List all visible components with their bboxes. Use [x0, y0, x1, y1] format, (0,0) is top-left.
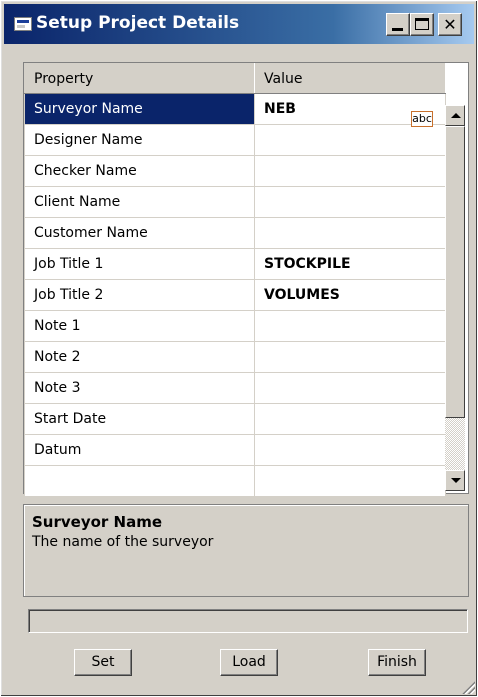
description-text: The name of the surveyor [32, 534, 214, 550]
property-grid: Property Value Surveyor Name NEB Designer … [24, 63, 446, 497]
grid-vertical-scrollbar[interactable] [445, 105, 465, 491]
column-header-property[interactable]: Property [24, 63, 255, 94]
property-value-cell[interactable] [254, 310, 446, 342]
property-row[interactable]: Note 1 [24, 310, 446, 342]
scroll-up-button[interactable] [445, 105, 465, 126]
property-value-cell[interactable]: STOCKPILE [254, 248, 446, 280]
property-value-cell[interactable] [254, 124, 446, 156]
property-name-cell[interactable]: Surveyor Name [24, 93, 255, 125]
grid-header-row: Property Value [24, 63, 446, 94]
property-name-cell[interactable]: Customer Name [24, 217, 255, 249]
scroll-down-button[interactable] [445, 470, 465, 491]
property-row[interactable]: Job Title 1 STOCKPILE [24, 248, 446, 280]
status-field [28, 609, 468, 633]
property-row[interactable]: Client Name [24, 186, 446, 218]
minimize-button[interactable] [386, 13, 410, 36]
property-name-cell[interactable]: Note 3 [24, 372, 255, 404]
setup-project-details-window: Setup Project Details ✕ Property Value S… [0, 0, 478, 697]
property-name-cell[interactable]: Note 2 [24, 341, 255, 373]
close-icon: ✕ [443, 15, 457, 34]
column-header-value[interactable]: Value [254, 63, 446, 94]
set-button[interactable]: Set [74, 649, 132, 676]
maximize-icon [415, 18, 429, 30]
property-value-cell[interactable] [254, 155, 446, 187]
property-name-cell[interactable]: Designer Name [24, 124, 255, 156]
property-value-cell[interactable] [254, 217, 446, 249]
scroll-down-arrow-icon [451, 478, 461, 483]
finish-button[interactable]: Finish [368, 649, 426, 676]
property-value-cell[interactable] [254, 403, 446, 435]
property-value-cell[interactable]: VOLUMES [254, 279, 446, 311]
property-row[interactable]: Start Date [24, 403, 446, 435]
app-icon [14, 17, 32, 31]
property-row[interactable]: Datum [24, 434, 446, 466]
property-row[interactable]: Customer Name [24, 217, 446, 249]
property-value-cell[interactable] [254, 434, 446, 466]
scroll-thumb[interactable] [445, 126, 465, 418]
close-button[interactable]: ✕ [438, 13, 462, 36]
property-value-cell[interactable] [254, 186, 446, 218]
resize-grip-icon[interactable] [459, 678, 475, 694]
property-row[interactable]: Checker Name [24, 155, 446, 187]
property-name-cell[interactable]: Datum [24, 434, 255, 466]
property-name-cell[interactable]: Job Title 1 [24, 248, 255, 280]
property-value-cell[interactable] [254, 465, 446, 497]
maximize-button[interactable] [410, 13, 434, 36]
property-row[interactable]: Note 3 [24, 372, 446, 404]
property-row[interactable] [24, 465, 446, 497]
property-name-cell[interactable]: Checker Name [24, 155, 255, 187]
scroll-up-arrow-icon [451, 113, 461, 118]
property-row[interactable]: Surveyor Name NEB [24, 93, 446, 125]
description-panel: Surveyor Name The name of the surveyor [23, 504, 469, 597]
property-value-cell[interactable] [254, 372, 446, 404]
property-name-cell[interactable]: Job Title 2 [24, 279, 255, 311]
property-name-cell[interactable]: Start Date [24, 403, 255, 435]
property-value-cell[interactable] [254, 341, 446, 373]
load-button[interactable]: Load [220, 649, 278, 676]
property-name-cell[interactable]: Client Name [24, 186, 255, 218]
property-row[interactable]: Job Title 2 VOLUMES [24, 279, 446, 311]
title-bar[interactable]: Setup Project Details ✕ [4, 4, 474, 44]
description-title: Surveyor Name [32, 513, 163, 531]
property-name-cell[interactable] [24, 465, 255, 497]
property-name-cell[interactable]: Note 1 [24, 310, 255, 342]
minimize-icon [392, 28, 403, 31]
property-row[interactable]: Designer Name [24, 124, 446, 156]
text-editor-badge[interactable]: abc [411, 111, 433, 127]
window-title: Setup Project Details [36, 13, 240, 33]
property-row[interactable]: Note 2 [24, 341, 446, 373]
